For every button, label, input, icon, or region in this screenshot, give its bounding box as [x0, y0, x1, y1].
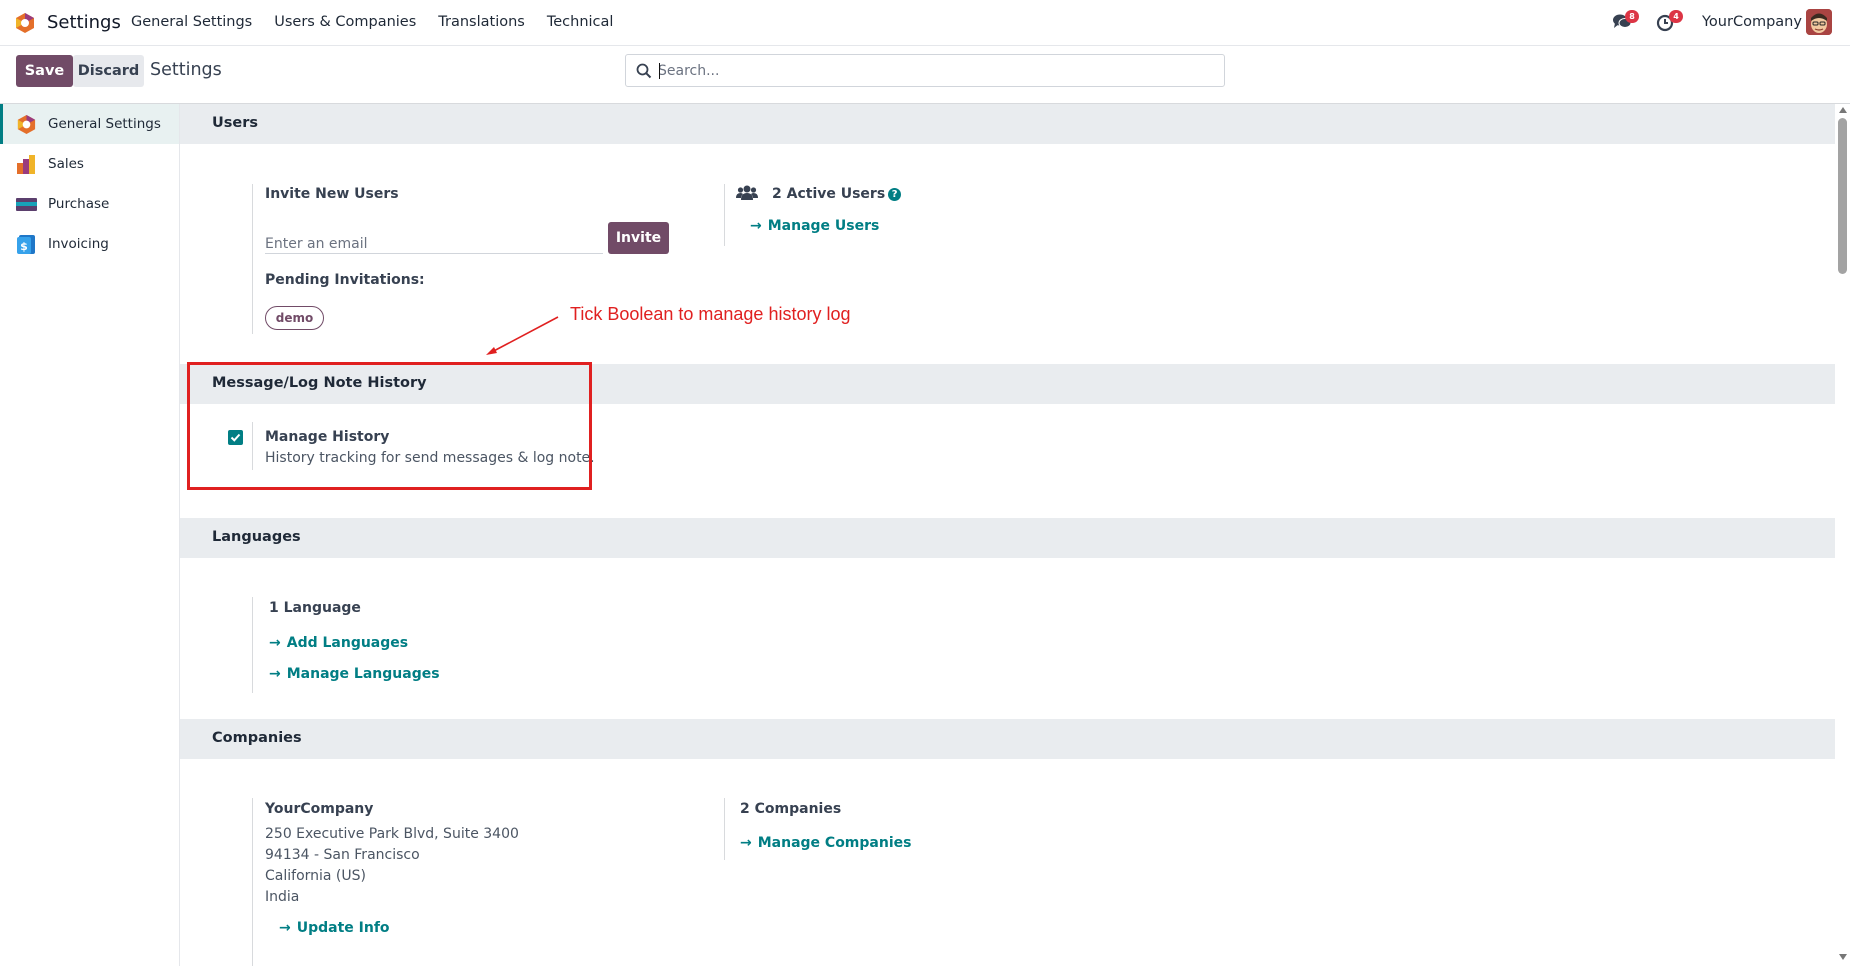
setting-divider	[724, 184, 725, 246]
add-languages-link[interactable]: → Add Languages	[269, 635, 408, 651]
link-label: Add Languages	[286, 635, 409, 651]
checkmark-icon	[230, 433, 241, 442]
manage-history-title: Manage History	[265, 429, 390, 445]
active-users-count: 2 Active Users?	[772, 186, 902, 202]
pending-invitations-label: Pending Invitations:	[265, 272, 425, 288]
setting-divider	[252, 422, 253, 470]
invite-users-title: Invite New Users	[265, 186, 399, 202]
manage-users-link[interactable]: → Manage Users	[750, 218, 879, 234]
section-title: Message/Log Note History	[212, 375, 427, 391]
manage-history-checkbox[interactable]	[228, 430, 243, 445]
help-icon[interactable]: ?	[888, 188, 902, 201]
setting-divider	[252, 798, 253, 966]
menu-translations[interactable]: Translations	[438, 14, 525, 30]
search-box[interactable]	[625, 54, 1225, 87]
link-label: Manage Users	[767, 218, 880, 234]
main-menu: General Settings Users & Companies Trans…	[131, 14, 635, 30]
invite-button[interactable]: Invite	[608, 222, 669, 254]
companies-count: 2 Companies	[740, 801, 842, 817]
avatar-image-icon	[1806, 9, 1832, 35]
sidebar-item-label: General Settings	[48, 116, 161, 132]
link-label: Manage Languages	[286, 666, 440, 682]
discard-button[interactable]: Discard	[73, 55, 144, 87]
search-input[interactable]	[658, 59, 1213, 83]
manage-languages-link[interactable]: → Manage Languages	[269, 666, 440, 682]
company-address-line: 250 Executive Park Blvd, Suite 3400	[265, 826, 519, 842]
menu-technical[interactable]: Technical	[547, 14, 614, 30]
arrow-right-icon: →	[269, 635, 281, 651]
messages-badge: 8	[1625, 10, 1639, 23]
top-navbar: Settings General Settings Users & Compan…	[0, 0, 1850, 46]
arrow-right-icon: →	[279, 920, 291, 936]
update-info-link[interactable]: → Update Info	[279, 920, 390, 936]
setting-divider	[724, 798, 725, 860]
svg-text:$: $	[20, 240, 28, 253]
arrow-right-icon: →	[269, 666, 281, 682]
section-header-languages: Languages	[180, 518, 1835, 558]
scroll-up-icon[interactable]	[1839, 107, 1847, 113]
company-switcher[interactable]: YourCompany	[1702, 14, 1802, 30]
section-title: Companies	[212, 730, 302, 746]
odoo-general-icon	[17, 114, 36, 134]
sidebar-item-general-settings[interactable]: General Settings	[0, 104, 179, 144]
section-header-users: Users	[180, 104, 1835, 144]
sidebar-item-label: Invoicing	[48, 236, 109, 252]
invite-email-input[interactable]	[265, 224, 603, 254]
sidebar-item-label: Sales	[48, 156, 84, 172]
app-name[interactable]: Settings	[47, 12, 121, 33]
company-address-line: India	[265, 889, 300, 905]
setting-divider	[252, 597, 253, 693]
sidebar-item-purchase[interactable]: Purchase	[0, 184, 179, 224]
annotation-text: Tick Boolean to manage history log	[570, 304, 851, 324]
sidebar-item-label: Purchase	[48, 196, 110, 212]
language-count: 1 Language	[269, 600, 361, 616]
arrow-right-icon: →	[750, 218, 762, 234]
company-address-line: California (US)	[265, 868, 366, 884]
settings-content: Users Invite New Users Invite Pending In…	[180, 104, 1835, 966]
section-header-history: Message/Log Note History	[180, 364, 1835, 404]
scroll-thumb[interactable]	[1838, 118, 1847, 274]
activities-badge: 4	[1669, 10, 1683, 23]
menu-general-settings[interactable]: General Settings	[131, 14, 252, 30]
control-panel: Save Discard Settings	[0, 46, 1850, 104]
company-address-line: 94134 - San Francisco	[265, 847, 420, 863]
scroll-down-icon[interactable]	[1839, 954, 1847, 960]
sales-icon	[17, 154, 35, 174]
link-label: Manage Companies	[757, 835, 912, 851]
sidebar-item-invoicing[interactable]: $ Invoicing	[0, 224, 179, 264]
arrow-right-icon: →	[740, 835, 752, 851]
search-icon	[636, 63, 652, 79]
manage-history-description: History tracking for send messages & log…	[265, 450, 595, 466]
annotation-arrow-icon	[486, 316, 559, 355]
user-avatar[interactable]	[1806, 9, 1832, 35]
users-group-icon	[736, 185, 758, 200]
manage-companies-link[interactable]: → Manage Companies	[740, 835, 911, 851]
save-button[interactable]: Save	[16, 55, 73, 87]
pending-invitation-tag[interactable]: demo	[265, 306, 324, 330]
text-cursor	[659, 63, 660, 79]
activities-button[interactable]: 4	[1656, 10, 1683, 33]
company-name: YourCompany	[265, 801, 374, 817]
sidebar-item-sales[interactable]: Sales	[0, 144, 179, 184]
section-title: Users	[212, 115, 259, 131]
link-label: Update Info	[296, 920, 390, 936]
purchase-icon	[16, 197, 37, 211]
odoo-app-icon[interactable]	[14, 12, 36, 34]
menu-users-companies[interactable]: Users & Companies	[274, 14, 416, 30]
section-header-companies: Companies	[180, 719, 1835, 759]
page-title: Settings	[150, 60, 222, 80]
vertical-scrollbar[interactable]	[1835, 104, 1850, 966]
active-users-label: 2 Active Users	[772, 186, 886, 202]
invoicing-icon: $	[17, 234, 35, 254]
setting-divider	[252, 184, 253, 334]
settings-sidebar: General Settings Sales Purchase $ Invoic…	[0, 104, 180, 966]
messages-button[interactable]: 8	[1612, 10, 1639, 33]
section-title: Languages	[212, 529, 301, 545]
